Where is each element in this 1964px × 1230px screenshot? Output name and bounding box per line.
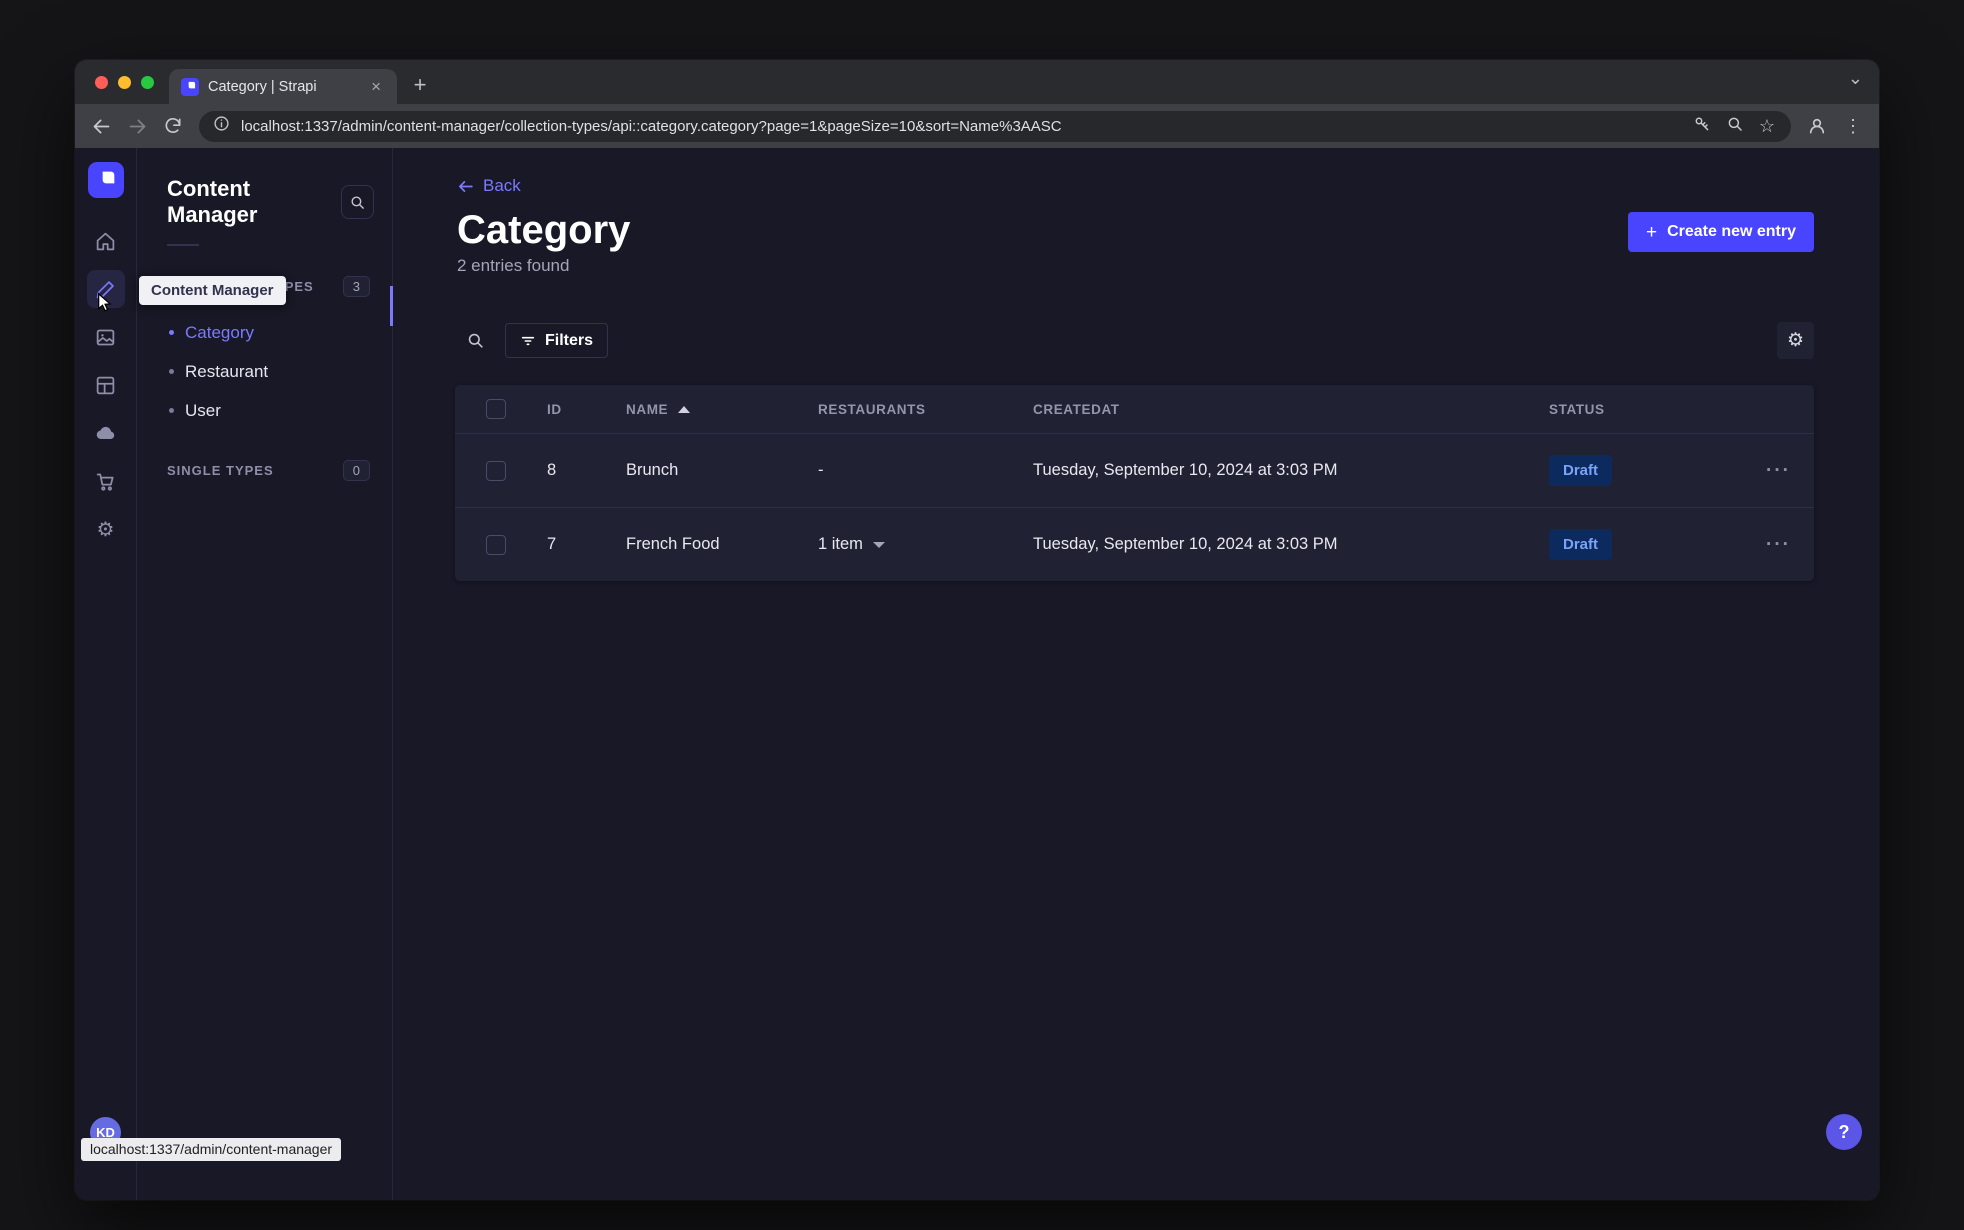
tab-title: Category | Strapi (208, 78, 317, 95)
table-header-row: ID NAME RESTAURANTS CREATEDAT STATUS (455, 385, 1814, 433)
strapi-app: ⚙ KD Content Manager COLLECTION TYPES 3 … (75, 148, 1879, 1200)
content-manager-tooltip: Content Manager (139, 276, 286, 305)
single-types-count-badge: 0 (342, 460, 370, 481)
bookmark-star-icon[interactable]: ☆ (1759, 116, 1775, 137)
nav-content-type-builder[interactable] (87, 366, 125, 404)
help-button[interactable]: ? (1826, 1114, 1862, 1150)
cell-createdat: Tuesday, September 10, 2024 at 3:03 PM (1033, 461, 1338, 479)
column-header-restaurants: RESTAURANTS (818, 401, 926, 417)
sidebar-item-category[interactable]: Category (137, 313, 392, 352)
browser-address-toolbar: localhost:1337/admin/content-manager/col… (75, 104, 1879, 148)
cell-name: Brunch (626, 461, 679, 479)
cell-id: 7 (547, 535, 557, 553)
browser-profile-icon[interactable] (1799, 108, 1835, 144)
bullet-icon (169, 408, 174, 413)
zoom-window-button[interactable] (141, 76, 154, 89)
page-title: Category (457, 208, 631, 252)
plus-icon: + (1645, 221, 1658, 243)
row-checkbox[interactable] (486, 460, 506, 481)
sidebar-item-restaurant[interactable]: Restaurant (137, 352, 392, 391)
create-new-entry-button[interactable]: + Create new entry (1627, 212, 1814, 252)
cell-restaurants-expand[interactable]: 1 item (818, 535, 1033, 554)
browser-reload-button[interactable] (155, 108, 191, 144)
browser-menu-kebab-icon[interactable]: ⋮ (1835, 108, 1871, 144)
minimize-window-button[interactable] (118, 76, 131, 89)
cell-name: French Food (626, 535, 720, 553)
sidebar-title: Content Manager (167, 176, 258, 227)
sidebar-item-label: User (185, 400, 221, 420)
browser-window: Category | Strapi × + ⌄ localhost:1337/a… (75, 60, 1879, 1200)
column-header-id[interactable]: ID (547, 402, 626, 417)
nav-media-library[interactable] (87, 318, 125, 356)
browser-tab[interactable]: Category | Strapi × (169, 69, 397, 104)
browser-forward-button[interactable] (119, 108, 155, 144)
cell-id: 8 (547, 461, 557, 479)
status-badge: Draft (1549, 529, 1613, 560)
chevron-down-icon (872, 541, 885, 548)
entries-count-text: 2 entries found (457, 256, 570, 275)
sort-ascending-icon (678, 405, 691, 413)
bullet-icon (169, 369, 174, 374)
new-tab-button[interactable]: + (405, 70, 435, 100)
url-text: localhost:1337/admin/content-manager/col… (241, 117, 1062, 135)
sidebar-item-label: Restaurant (185, 361, 269, 381)
table-row[interactable]: 8 Brunch - Tuesday, September 10, 2024 a… (455, 433, 1814, 507)
sidebar-search-button[interactable] (341, 185, 374, 219)
gear-icon: ⚙ (96, 518, 115, 541)
column-header-createdat[interactable]: CREATEDAT (1033, 402, 1549, 417)
table-row[interactable]: 7 French Food 1 item Tuesday, September … (455, 507, 1814, 581)
browser-back-button[interactable] (83, 108, 119, 144)
nav-settings[interactable]: ⚙ (87, 510, 125, 548)
tab-close-icon[interactable]: × (367, 76, 385, 97)
status-badge: Draft (1549, 455, 1613, 486)
filters-label: Filters (545, 331, 594, 349)
mouse-cursor (95, 292, 117, 319)
cell-restaurants: - (818, 461, 824, 479)
select-all-checkbox[interactable] (486, 399, 506, 419)
list-view-main: Back Category 2 entries found + Create n… (393, 148, 1879, 1200)
sidebar-item-user[interactable]: User (137, 391, 392, 430)
row-actions-menu[interactable]: ··· (1752, 460, 1814, 482)
passwords-key-icon[interactable] (1693, 115, 1711, 138)
strapi-logo[interactable] (87, 162, 124, 198)
view-settings-button[interactable]: ⚙ (1777, 322, 1814, 359)
single-types-label: SINGLE TYPES (167, 463, 274, 478)
filter-icon (521, 336, 535, 345)
nav-marketplace[interactable] (87, 462, 125, 500)
create-new-entry-label: Create new entry (1667, 223, 1796, 240)
entries-table: ID NAME RESTAURANTS CREATEDAT STATUS 8 B… (455, 385, 1814, 581)
nav-cloud[interactable] (87, 414, 125, 452)
nav-home[interactable] (87, 222, 125, 260)
active-item-indicator (390, 286, 393, 326)
content-manager-sidebar: Content Manager COLLECTION TYPES 3 Categ… (137, 148, 393, 1200)
filters-button[interactable]: Filters (505, 323, 609, 358)
list-search-button[interactable] (457, 322, 493, 358)
browser-tab-strip: Category | Strapi × + ⌄ (75, 60, 1879, 104)
collection-types-list: Category Restaurant User (137, 313, 392, 430)
column-header-status: STATUS (1549, 401, 1605, 417)
tab-search-chevron-icon[interactable]: ⌄ (1848, 68, 1863, 89)
gear-icon: ⚙ (1786, 330, 1805, 351)
collection-types-count-badge: 3 (342, 276, 370, 297)
cell-createdat: Tuesday, September 10, 2024 at 3:03 PM (1033, 535, 1338, 553)
close-window-button[interactable] (95, 76, 108, 89)
bullet-icon (169, 330, 174, 335)
window-controls (95, 76, 154, 89)
back-link[interactable]: Back (457, 176, 521, 196)
sidebar-divider (167, 244, 199, 246)
sidebar-item-label: Category (185, 322, 254, 342)
link-preview-status: localhost:1337/admin/content-manager (81, 1138, 342, 1161)
row-checkbox[interactable] (486, 534, 506, 555)
site-info-icon[interactable] (213, 115, 230, 137)
column-header-name[interactable]: NAME (626, 402, 818, 417)
row-actions-menu[interactable]: ··· (1752, 534, 1814, 556)
back-label: Back (483, 176, 521, 195)
zoom-icon[interactable] (1726, 115, 1744, 138)
strapi-favicon-icon (181, 77, 199, 96)
address-bar[interactable]: localhost:1337/admin/content-manager/col… (199, 110, 1791, 142)
